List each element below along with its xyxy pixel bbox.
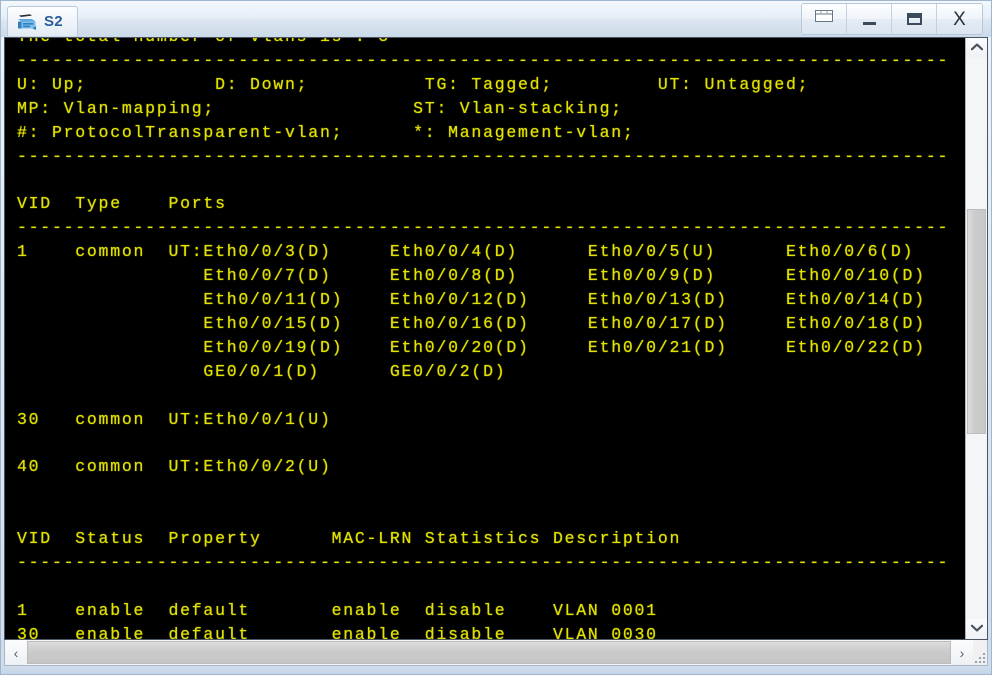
scroll-up-button[interactable] [966, 38, 987, 58]
vertical-scroll-thumb[interactable] [967, 209, 986, 434]
maximize-button[interactable] [892, 4, 937, 34]
chevron-down-icon [970, 623, 983, 635]
scroll-left-button[interactable]: ‹ [5, 640, 27, 665]
chevron-up-icon [970, 42, 983, 54]
title-bar: S2 X [1, 1, 991, 37]
vertical-scrollbar[interactable] [965, 38, 987, 639]
resize-grip[interactable] [973, 640, 987, 665]
horizontal-scroll-track[interactable] [27, 640, 951, 665]
window-title: S2 [44, 13, 63, 30]
window-title-tab[interactable]: S2 [7, 6, 78, 36]
window-cascade-icon [813, 8, 835, 31]
scroll-right-button[interactable]: › [951, 640, 973, 665]
terminal-text: The total number of vlans is : 3 -------… [17, 38, 950, 639]
scroll-down-button[interactable] [966, 619, 987, 639]
window-bottom-edge [1, 668, 991, 674]
chevron-right-icon: › [959, 644, 965, 661]
terminal-frame: The total number of vlans is : 3 -------… [4, 37, 988, 640]
restore-cascade-button[interactable] [802, 4, 847, 34]
minimize-icon [862, 21, 876, 25]
close-button[interactable]: X [937, 4, 982, 34]
horizontal-scroll-thumb[interactable] [27, 641, 951, 664]
horizontal-scrollbar[interactable]: ‹ › [4, 640, 988, 666]
window-controls: X [801, 3, 983, 35]
terminal-window: S2 X -----------------------------------… [0, 0, 992, 675]
close-icon: X [953, 8, 966, 30]
chevron-left-icon: ‹ [13, 644, 19, 661]
vertical-scroll-track[interactable] [966, 58, 987, 619]
network-switch-icon [16, 12, 38, 32]
terminal-output-area[interactable]: The total number of vlans is : 3 -------… [5, 38, 965, 639]
minimize-button[interactable] [847, 4, 892, 34]
maximize-icon [906, 13, 922, 25]
